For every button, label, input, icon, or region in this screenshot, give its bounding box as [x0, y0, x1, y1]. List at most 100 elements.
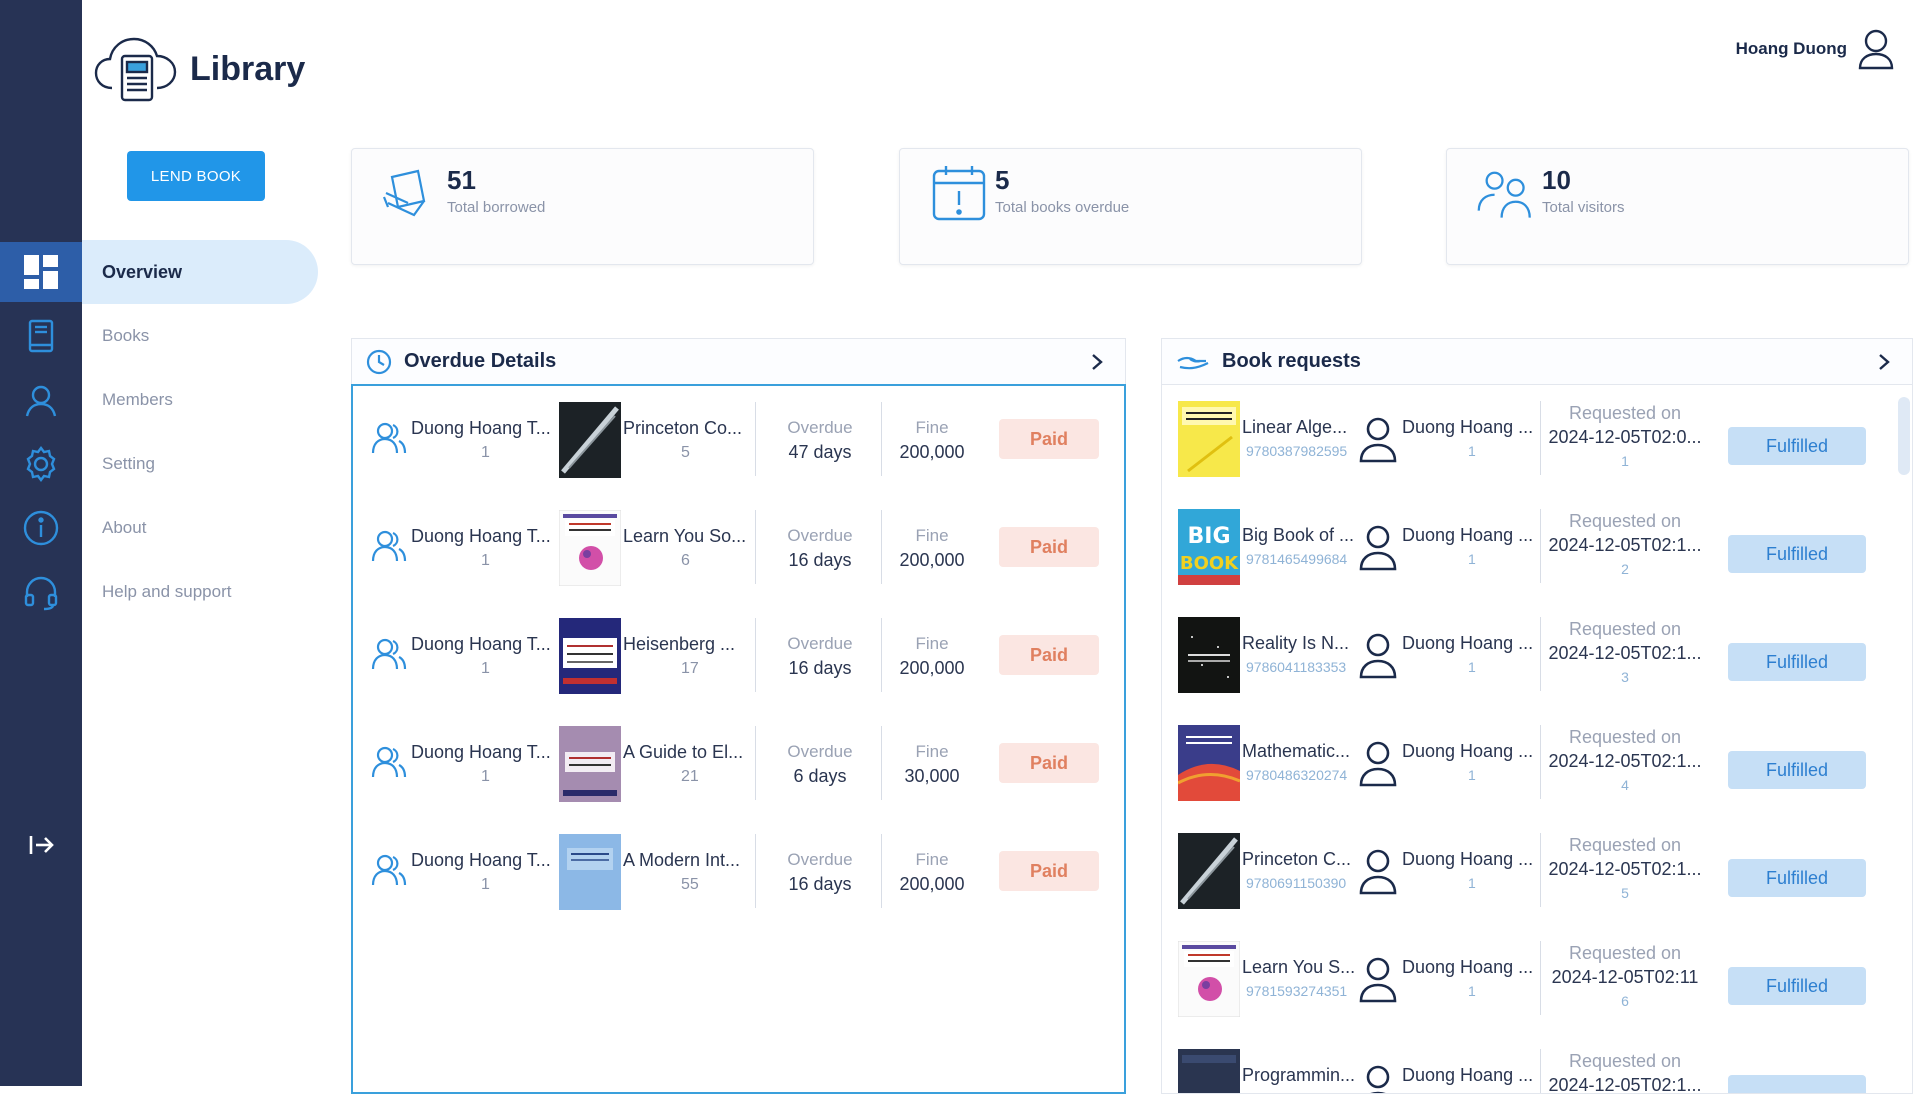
fulfilled-badge[interactable]: Fulfilled [1728, 751, 1866, 789]
book-cover[interactable] [1177, 725, 1241, 801]
book-cover[interactable] [1178, 1049, 1240, 1093]
paid-badge[interactable]: Paid [999, 527, 1099, 567]
nav-item-about[interactable]: About [82, 496, 318, 560]
overdue-row[interactable]: Duong Hoang T... 1 A Guide to El... 21 Overd… [353, 710, 1124, 818]
request-row[interactable]: Learn You S... 9781593274351 Duong Hoang .… [1162, 925, 1912, 1033]
book-title[interactable]: Reality Is N... [1242, 633, 1349, 654]
requested-label: Requested on [1568, 619, 1682, 639]
overdue-days: 6 days [793, 766, 847, 786]
nav-item-setting[interactable]: Setting [82, 432, 318, 496]
book-title[interactable]: Linear Alge... [1242, 417, 1347, 438]
request-row[interactable]: Linear Alge... 9780387982595 Duong Hoang .… [1162, 385, 1912, 493]
book-title[interactable]: Heisenberg ... [623, 634, 735, 655]
logout-icon[interactable] [0, 820, 82, 870]
stat-label: Total books overdue [995, 199, 1130, 216]
member-name[interactable]: Duong Hoang T... [411, 526, 551, 547]
chevron-right-icon[interactable] [1874, 351, 1894, 373]
chevron-right-icon[interactable] [1087, 351, 1107, 373]
overdue-days: 16 days [788, 658, 852, 678]
overdue-days: 16 days [788, 550, 852, 570]
divider [881, 726, 882, 800]
book-cover[interactable] [1178, 617, 1240, 693]
overdue-label: Overdue [787, 526, 853, 545]
nav-item-overview[interactable]: Overview [82, 240, 318, 304]
nav-item-members[interactable]: Members [82, 368, 318, 432]
nav-item-help[interactable]: Help and support [82, 560, 318, 624]
divider [755, 402, 756, 476]
request-row[interactable]: Reality Is N... 9786041183353 Duong Hoang … [1162, 601, 1912, 709]
member-name[interactable]: Duong Hoang ... [1402, 741, 1533, 762]
requested-label: Requested on [1568, 511, 1682, 531]
member-id: 1 [481, 552, 490, 569]
book-cover[interactable] [559, 834, 621, 910]
member-name[interactable]: Duong Hoang ... [1402, 417, 1533, 438]
book-cover[interactable] [559, 726, 621, 802]
fulfilled-badge[interactable]: Fulfilled [1728, 427, 1866, 465]
member-name[interactable]: Duong Hoang T... [411, 850, 551, 871]
headset-icon[interactable] [0, 562, 82, 622]
paid-badge[interactable]: Paid [999, 851, 1099, 891]
book-title[interactable]: A Modern Int... [623, 850, 740, 871]
paid-badge[interactable]: Paid [999, 419, 1099, 459]
overdue-row[interactable]: Duong Hoang T... 1 Learn You So... 6 Overdue… [353, 494, 1124, 602]
user-icon[interactable] [0, 370, 82, 430]
book-cover[interactable]: BIG BOOK [1178, 509, 1240, 585]
fine-amount: 200,000 [899, 874, 965, 894]
divider [881, 834, 882, 908]
dashboard-icon[interactable] [0, 242, 82, 302]
paid-badge[interactable]: Paid [999, 743, 1099, 783]
paid-badge[interactable]: Paid [999, 635, 1099, 675]
book-cover[interactable] [559, 618, 621, 694]
book-cover[interactable] [1177, 940, 1241, 1018]
overdue-days: 16 days [788, 874, 852, 894]
member-name[interactable]: Duong Hoang T... [411, 742, 551, 763]
user-icon [1358, 955, 1398, 1003]
book-title[interactable]: Princeton Co... [623, 418, 742, 439]
request-row[interactable]: Programmin... Duong Hoang ... Requested on… [1162, 1033, 1912, 1093]
fulfilled-badge[interactable]: Fulfilled [1728, 643, 1866, 681]
member-name[interactable]: Duong Hoang ... [1402, 633, 1533, 654]
requested-date: 2024-12-05T02:1... [1548, 751, 1702, 771]
fulfilled-badge[interactable]: Fulfilled [1728, 535, 1866, 573]
request-row[interactable]: BIG BOOK Big Book of ... 9781465499684 Duong… [1162, 493, 1912, 601]
member-name[interactable]: Duong Hoang T... [411, 634, 551, 655]
book-title[interactable]: Princeton C... [1242, 849, 1351, 870]
member-name[interactable]: Duong Hoang ... [1402, 957, 1533, 978]
scrollbar[interactable] [1898, 397, 1910, 475]
book-title[interactable]: Programmin... [1242, 1065, 1355, 1086]
member-id: 1 [481, 660, 490, 677]
nav-item-books[interactable]: Books [82, 304, 318, 368]
book-icon[interactable] [0, 306, 82, 366]
gear-icon[interactable] [0, 434, 82, 494]
divider [755, 834, 756, 908]
request-row[interactable]: Princeton C... 9780691150390 Duong Hoang .… [1162, 817, 1912, 925]
book-title[interactable]: Learn You So... [623, 526, 746, 547]
lend-book-button[interactable]: LEND BOOK [127, 151, 265, 201]
user-menu[interactable]: Hoang Duong [1736, 28, 1895, 70]
overdue-row[interactable]: Duong Hoang T... 1 Princeton Co... 5 Overdue… [353, 386, 1124, 494]
member-name[interactable]: Duong Hoang ... [1402, 849, 1533, 870]
book-cover[interactable] [559, 402, 621, 478]
app-logo: Library [94, 30, 305, 108]
fulfilled-badge[interactable] [1728, 1075, 1866, 1093]
book-quantity: 5 [681, 444, 690, 461]
member-name[interactable]: Duong Hoang ... [1402, 1065, 1533, 1086]
book-cover[interactable] [558, 509, 622, 587]
overdue-row[interactable]: Duong Hoang T... 1 Heisenberg ... 17 Overdue… [353, 602, 1124, 710]
fulfilled-badge[interactable]: Fulfilled [1728, 967, 1866, 1005]
book-cover[interactable] [1178, 401, 1240, 477]
fine-label: Fine [915, 850, 949, 869]
member-name[interactable]: Duong Hoang T... [411, 418, 551, 439]
book-title[interactable]: A Guide to El... [623, 742, 743, 763]
overdue-row[interactable]: Duong Hoang T... 1 A Modern Int... 55 Overdu… [353, 818, 1124, 926]
request-row[interactable]: Mathematic... 9780486320274 Duong Hoang ..… [1162, 709, 1912, 817]
member-name[interactable]: Duong Hoang ... [1402, 525, 1533, 546]
info-icon[interactable] [0, 498, 82, 558]
book-title[interactable]: Learn You S... [1242, 957, 1355, 978]
divider [881, 510, 882, 584]
book-title[interactable]: Mathematic... [1242, 741, 1350, 762]
fulfilled-badge[interactable]: Fulfilled [1728, 859, 1866, 897]
member-id: 1 [481, 768, 490, 785]
book-title[interactable]: Big Book of ... [1242, 525, 1354, 546]
book-cover[interactable] [1178, 833, 1240, 909]
